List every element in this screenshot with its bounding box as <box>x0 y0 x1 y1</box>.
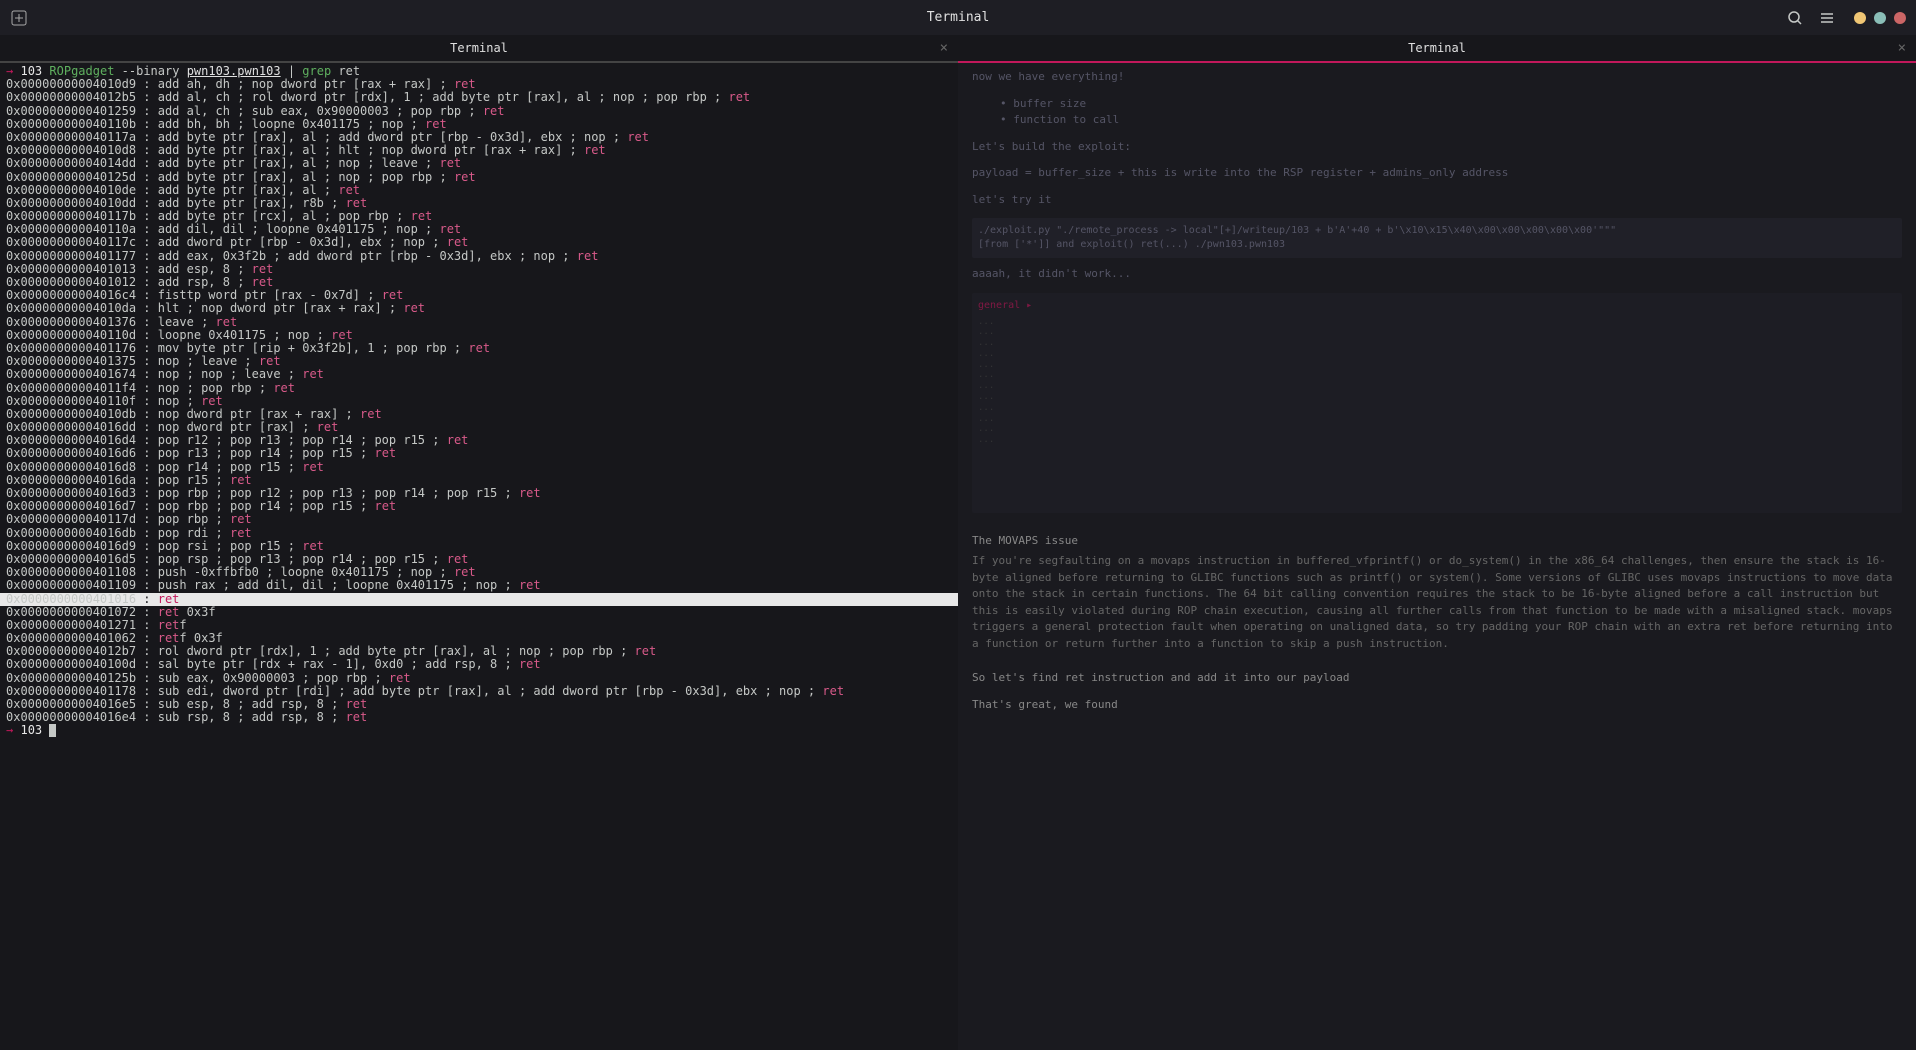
notes-paragraph: If you're segfaulting on a movaps instru… <box>972 553 1902 652</box>
bullet-item: function to call <box>1000 112 1902 129</box>
notes-heading: So let's find ret instruction and add it… <box>972 670 1902 687</box>
tab-label: Terminal <box>1408 41 1466 55</box>
tab-close-icon[interactable]: × <box>1898 40 1906 56</box>
search-icon[interactable] <box>1786 9 1804 27</box>
notes-heading: That's great, we found <box>972 697 1902 714</box>
tab-terminal-right[interactable]: Terminal × <box>958 35 1916 63</box>
new-tab-button[interactable] <box>10 9 28 27</box>
prompt-line: → 103 <box>6 724 952 737</box>
gadget-line: 0x00000000004016e4 : sub rsp, 8 ; add rs… <box>6 711 952 724</box>
code-block: general ▸ ..............................… <box>972 293 1902 513</box>
notes-heading: let's try it <box>972 192 1902 209</box>
maximize-button[interactable] <box>1874 12 1886 24</box>
tab-label: Terminal <box>450 41 508 55</box>
notes-heading: The MOVAPS issue <box>972 533 1902 550</box>
minimize-button[interactable] <box>1854 12 1866 24</box>
tabs-row: Terminal × Terminal × <box>0 35 1916 63</box>
terminal-right-pane[interactable]: now we have everything! buffer size func… <box>958 63 1916 1050</box>
notes-heading: Let's build the exploit: <box>972 139 1902 156</box>
cursor <box>49 724 56 737</box>
tab-close-icon[interactable]: × <box>940 40 948 56</box>
notes-text: payload = buffer_size + this is write in… <box>972 165 1902 182</box>
window-title: Terminal <box>927 10 990 25</box>
notes-heading: aaaah, it didn't work... <box>972 266 1902 283</box>
bullet-item: buffer size <box>1000 96 1902 113</box>
terminal-left-pane[interactable]: → 103 ROPgadget --binary pwn103.pwn103 |… <box>0 63 958 1050</box>
tab-terminal-left[interactable]: Terminal × <box>0 35 958 63</box>
hamburger-menu-icon[interactable] <box>1818 9 1836 27</box>
titlebar: Terminal <box>0 0 1916 35</box>
code-block: ./exploit.py "./remote_process -> local"… <box>972 218 1902 258</box>
close-button[interactable] <box>1894 12 1906 24</box>
notes-heading: now we have everything! <box>972 69 1902 86</box>
